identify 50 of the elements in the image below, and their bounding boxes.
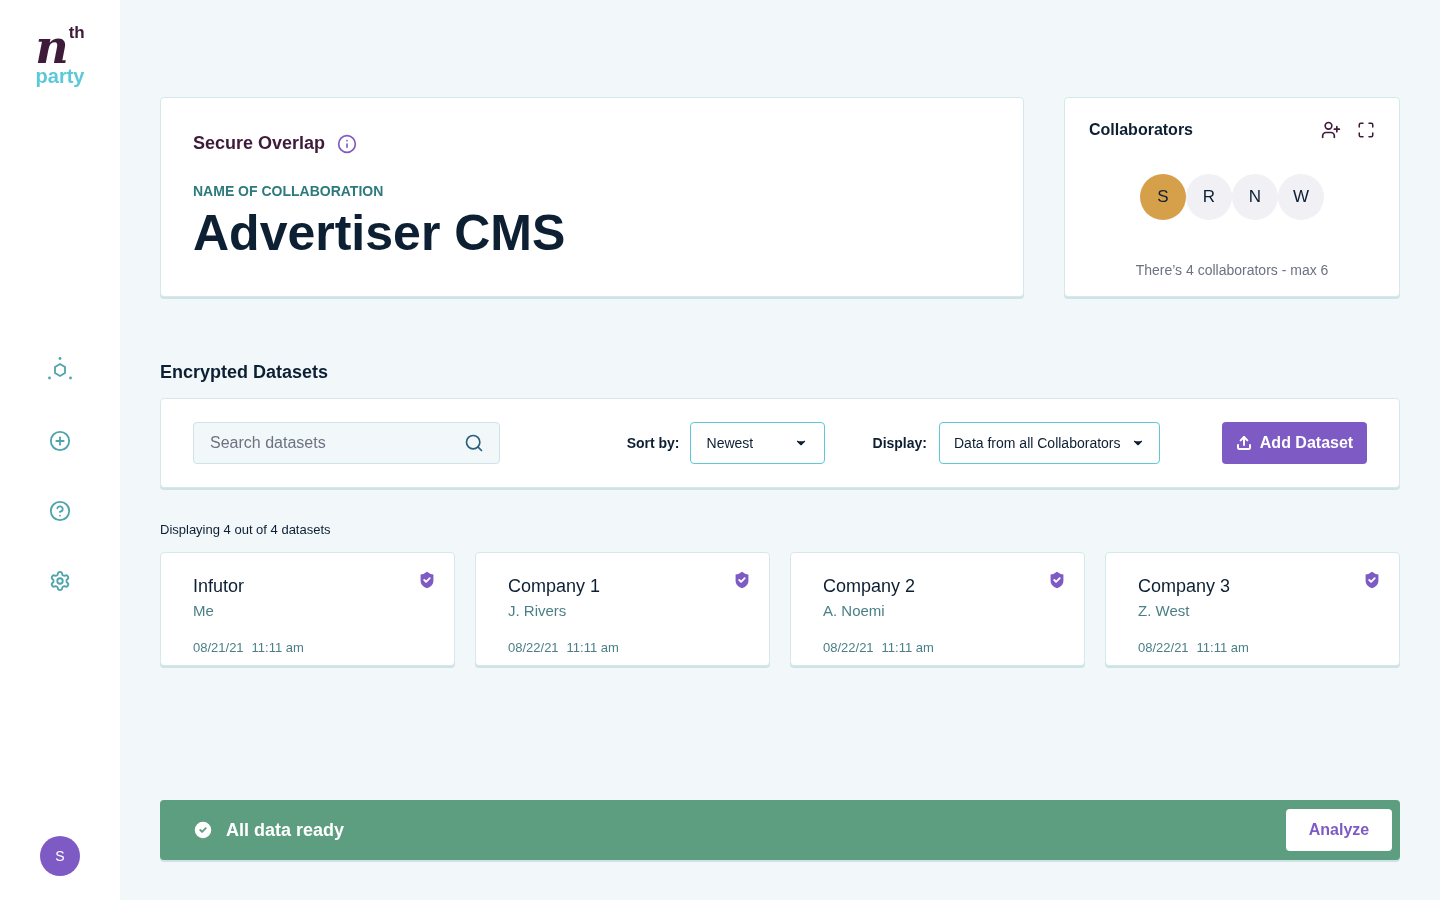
collaboration-label: NAME OF COLLABORATION (193, 182, 385, 201)
dataset-date: 08/22/21 (823, 639, 874, 657)
network-icon[interactable] (47, 356, 73, 382)
display-dropdown[interactable]: Data from all Collaborators (939, 422, 1160, 464)
display-label: Display: (872, 433, 927, 453)
dataset-name: Company 1 (508, 574, 602, 598)
dataset-time: 11:11 am (881, 639, 934, 657)
dataset-name: Infutor (193, 574, 246, 598)
section-title: Encrypted Datasets (160, 361, 330, 384)
dataset-owner: Me (193, 600, 215, 621)
dataset-card[interactable]: Company 3 Z. West 08/22/21 11:11 am (1105, 551, 1400, 666)
search-field[interactable]: Search datasets (193, 422, 500, 464)
expand-icon[interactable] (1357, 121, 1375, 139)
add-person-icon[interactable] (1321, 120, 1341, 140)
collaborators-note: There’s 4 collaborators - max 6 (1134, 261, 1330, 280)
dataset-count: Displaying 4 out of 4 datasets (160, 521, 332, 539)
upload-icon (1235, 435, 1252, 451)
product-title: Secure Overlap (193, 132, 326, 155)
info-icon[interactable] (337, 133, 358, 154)
dataset-date: 08/21/21 (193, 639, 244, 657)
dataset-card[interactable]: Company 1 J. Rivers 08/22/21 11:11 am (475, 551, 770, 666)
check-icon (192, 819, 214, 841)
dataset-name: Company 3 (1138, 574, 1232, 598)
dataset-owner: Z. West (1138, 600, 1191, 621)
dataset-name: Company 2 (823, 574, 917, 598)
status-message: All data ready (226, 818, 345, 842)
collaborator-avatar[interactable]: W (1278, 174, 1324, 220)
dataset-time: 11:11 am (566, 639, 619, 657)
dataset-owner: A. Noemi (823, 600, 886, 621)
collaborator-avatar[interactable]: N (1232, 174, 1278, 220)
help-icon[interactable] (49, 500, 71, 522)
sort-dropdown[interactable]: Newest (689, 422, 825, 464)
collaborator-avatar[interactable]: S (1140, 174, 1186, 220)
dataset-time: 11:11 am (1196, 639, 1249, 657)
dataset-time: 11:11 am (251, 639, 304, 657)
dataset-card[interactable]: Infutor Me 08/21/21 11:11 am (160, 551, 455, 666)
add-icon[interactable] (49, 430, 71, 452)
dataset-owner: J. Rivers (508, 600, 568, 621)
collaboration-name: Advertiser CMS (193, 204, 567, 263)
user-avatar[interactable]: S (40, 836, 80, 876)
dataset-card[interactable]: Company 2 A. Noemi 08/22/21 11:11 am (790, 551, 1085, 666)
dataset-date: 08/22/21 (508, 639, 559, 657)
add-dataset-button[interactable]: Add Dataset (1222, 422, 1367, 464)
card-title: Collaborators (1089, 120, 1193, 140)
analyze-button[interactable]: Analyze (1286, 809, 1392, 851)
sort-label: Sort by: (626, 433, 680, 453)
search-icon[interactable] (464, 433, 484, 453)
settings-icon[interactable] (49, 570, 71, 592)
dataset-date: 08/22/21 (1138, 639, 1189, 657)
collaborator-avatar[interactable]: R (1186, 174, 1232, 220)
